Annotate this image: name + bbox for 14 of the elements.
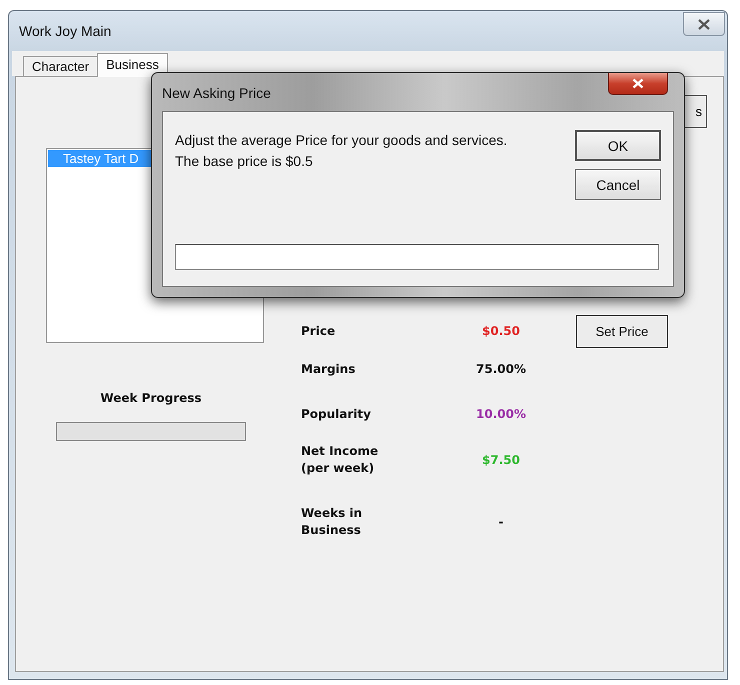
stat-value: 10.00% [475,407,527,421]
progress-label: Week Progress [99,391,203,405]
window-title: Work Joy Main [19,23,112,39]
dialog-title: New Asking Price [162,85,271,101]
stat-label: Popularity [301,406,372,422]
stat-value: $0.50 [481,324,521,338]
stat-label: Margins [301,360,356,378]
stat-label: Net Income (per week) [301,443,380,477]
stat-label: Price [301,322,336,340]
stat-value: $7.50 [481,453,521,467]
stat-value: - [498,515,504,529]
dialog-message: Adjust the average Price for your goods and services. The base price is $0.5 [175,131,508,171]
stat-label: Weeks in Business [301,505,364,539]
stat-value: 75.00% [475,362,527,376]
